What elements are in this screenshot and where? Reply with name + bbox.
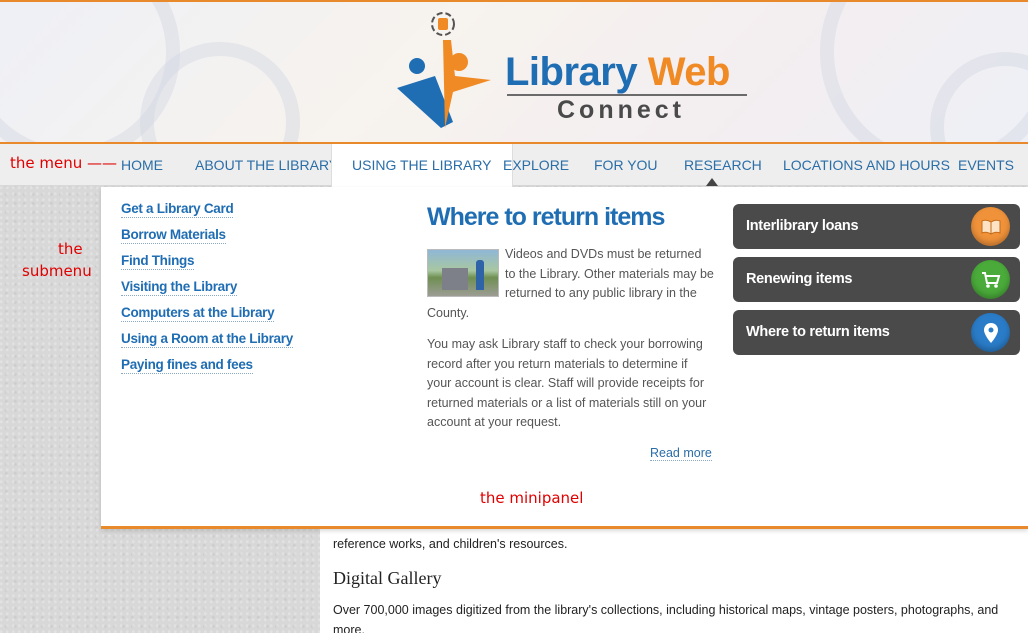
logo-figures-icon bbox=[397, 12, 491, 128]
annotation-submenu-line2: submenu bbox=[22, 262, 92, 280]
button-label: Renewing items bbox=[746, 271, 853, 287]
content-text: Over 700,000 images digitized from the l… bbox=[333, 603, 999, 633]
annotation-minipanel: the minipanel bbox=[480, 489, 584, 507]
book-icon bbox=[971, 207, 1010, 246]
content-text: reference works, and children's resource… bbox=[333, 537, 568, 551]
submenu: Get a Library Card Borrow Materials Find… bbox=[121, 201, 293, 383]
cart-icon bbox=[971, 260, 1010, 299]
nav-research[interactable]: RESEARCH bbox=[684, 144, 762, 187]
interlibrary-loans-button[interactable]: Interlibrary loans bbox=[733, 204, 1020, 249]
logo-subtitle: Connect bbox=[557, 96, 685, 124]
nav-events[interactable]: EVENTS bbox=[958, 144, 1014, 187]
button-label: Where to return items bbox=[746, 324, 890, 340]
annotation-menu: the menu —— bbox=[10, 154, 118, 172]
site-logo[interactable]: Library Web Connect bbox=[395, 10, 755, 135]
map-pin-icon bbox=[971, 313, 1010, 352]
section-heading: Digital Gallery bbox=[333, 568, 442, 588]
nav-explore[interactable]: EXPLORE bbox=[503, 144, 569, 187]
nav-for-you[interactable]: FOR YOU bbox=[594, 144, 658, 187]
minipanel-text: Videos and DVDs must be returned to the … bbox=[427, 245, 715, 445]
logo-word-web: Web bbox=[647, 50, 731, 94]
read-more-link[interactable]: Read more bbox=[650, 446, 712, 461]
nav-home[interactable]: HOME bbox=[121, 144, 163, 187]
submenu-item-computers[interactable]: Computers at the Library bbox=[121, 305, 275, 322]
minipanel-paragraph: You may ask Library staff to check your … bbox=[427, 337, 707, 429]
nav-caret-icon bbox=[706, 178, 718, 186]
submenu-item-borrow[interactable]: Borrow Materials bbox=[121, 227, 226, 244]
main-menu: HOME ABOUT THE LIBRARY USING THE LIBRARY… bbox=[0, 142, 1028, 187]
submenu-item-find-things[interactable]: Find Things bbox=[121, 253, 194, 270]
annotation-submenu-line1: the bbox=[58, 240, 83, 258]
minipanel-title[interactable]: Where to return items bbox=[427, 203, 665, 232]
submenu-item-visiting[interactable]: Visiting the Library bbox=[121, 279, 237, 296]
button-label: Interlibrary loans bbox=[746, 218, 859, 234]
submenu-item-library-card[interactable]: Get a Library Card bbox=[121, 201, 234, 218]
where-to-return-button[interactable]: Where to return items bbox=[733, 310, 1020, 355]
nav-using-the-library[interactable]: USING THE LIBRARY bbox=[331, 144, 513, 187]
nav-locations-hours[interactable]: LOCATIONS AND HOURS bbox=[783, 144, 950, 187]
renewing-items-button[interactable]: Renewing items bbox=[733, 257, 1020, 302]
dropdown-panel: Get a Library Card Borrow Materials Find… bbox=[101, 187, 1028, 529]
logo-title: Library Web bbox=[505, 50, 730, 95]
submenu-item-using-room[interactable]: Using a Room at the Library bbox=[121, 331, 293, 348]
site-header: Library Web Connect bbox=[0, 0, 1028, 142]
submenu-item-fines[interactable]: Paying fines and fees bbox=[121, 357, 253, 374]
nav-about[interactable]: ABOUT THE LIBRARY bbox=[195, 144, 338, 187]
logo-word-library: Library bbox=[505, 50, 638, 94]
